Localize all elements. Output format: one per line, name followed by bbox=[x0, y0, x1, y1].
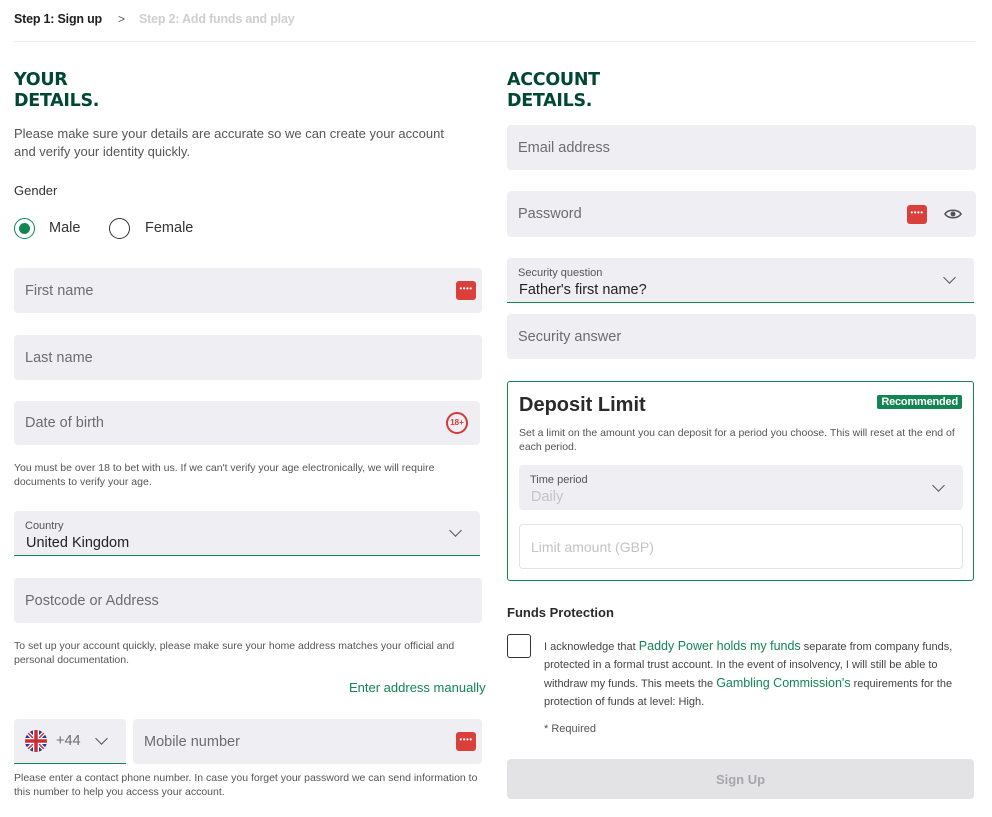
email-field[interactable]: Email address bbox=[507, 125, 976, 170]
paddy-power-funds-link[interactable]: Paddy Power holds my funds bbox=[639, 639, 801, 653]
limit-amount-field[interactable]: Limit amount (GBP) bbox=[519, 524, 963, 569]
postcode-address-field[interactable]: Postcode or Address bbox=[14, 578, 482, 623]
email-placeholder: Email address bbox=[518, 139, 610, 156]
postcode-placeholder: Postcode or Address bbox=[25, 592, 159, 609]
mobile-number-placeholder: Mobile number bbox=[144, 733, 240, 750]
funds-protection-checkbox[interactable] bbox=[507, 634, 531, 658]
age-note: You must be over 18 to bet with us. If w… bbox=[14, 462, 435, 488]
uk-flag-icon bbox=[25, 730, 47, 752]
deposit-limit-description: Set a limit on the amount you can deposi… bbox=[519, 427, 955, 453]
heading-line-2: DETAILS. bbox=[507, 91, 593, 111]
chevron-down-icon bbox=[449, 524, 462, 537]
security-answer-field[interactable]: Security answer bbox=[507, 314, 976, 359]
deposit-limit-panel: Deposit Limit Recommended Set a limit on… bbox=[507, 381, 974, 581]
last-name-field[interactable]: Last name bbox=[14, 335, 482, 380]
date-of-birth-field[interactable]: Date of birth 18+ bbox=[14, 401, 480, 445]
funds-text-part-1: I acknowledge that bbox=[544, 641, 639, 653]
country-label: Country bbox=[25, 520, 64, 532]
limit-amount-placeholder: Limit amount (GBP) bbox=[531, 538, 654, 555]
time-period-select[interactable]: Time period Daily bbox=[519, 465, 963, 510]
phone-note: Please enter a contact phone number. In … bbox=[14, 772, 478, 798]
steps-breadcrumb: Step 1: Sign up > Step 2: Add funds and … bbox=[14, 10, 295, 28]
deposit-limit-title: Deposit Limit bbox=[519, 394, 646, 416]
recommended-badge: Recommended bbox=[877, 395, 962, 409]
time-period-value: Daily bbox=[531, 489, 564, 505]
heading-line-2: DETAILS. bbox=[14, 91, 100, 111]
gender-male-label[interactable]: Male bbox=[49, 220, 80, 236]
sign-up-button[interactable]: Sign Up bbox=[507, 759, 974, 799]
account-details-heading: ACCOUNT DETAILS. bbox=[507, 70, 600, 112]
chevron-right-icon: > bbox=[117, 12, 125, 26]
mobile-number-field[interactable]: Mobile number bbox=[133, 719, 482, 764]
first-name-field[interactable]: First name bbox=[14, 268, 482, 313]
password-placeholder: Password bbox=[518, 206, 582, 222]
heading-line-1: ACCOUNT bbox=[507, 70, 600, 90]
gender-label: Gender bbox=[14, 183, 58, 198]
first-name-placeholder: First name bbox=[25, 282, 94, 299]
gambling-commission-link[interactable]: Gambling Commission's bbox=[716, 676, 850, 690]
security-question-select[interactable]: Security question Father's first name? bbox=[507, 258, 974, 303]
step-2-label: Step 2: Add funds and play bbox=[139, 12, 295, 26]
chevron-down-icon bbox=[95, 732, 108, 745]
funds-protection-text: I acknowledge that Paddy Power holds my … bbox=[544, 637, 964, 711]
phone-code: +44 bbox=[56, 733, 81, 749]
step-1-label: Step 1: Sign up bbox=[14, 12, 102, 26]
password-manager-icon[interactable] bbox=[907, 205, 927, 224]
country-select[interactable]: Country United Kingdom bbox=[14, 511, 480, 556]
password-field[interactable]: Password bbox=[507, 191, 976, 237]
date-of-birth-placeholder: Date of birth bbox=[25, 415, 104, 431]
phone-country-code-select[interactable]: +44 bbox=[14, 719, 126, 764]
divider bbox=[14, 41, 975, 42]
gender-female-radio[interactable] bbox=[109, 218, 130, 239]
password-manager-icon[interactable] bbox=[456, 281, 476, 300]
intro-text: Please make sure your details are accura… bbox=[14, 126, 444, 159]
enter-address-manually-link[interactable]: Enter address manually bbox=[349, 680, 486, 695]
security-answer-placeholder: Security answer bbox=[518, 328, 622, 345]
last-name-placeholder: Last name bbox=[25, 349, 93, 366]
gender-male-radio[interactable] bbox=[14, 218, 35, 239]
address-note: To set up your account quickly, please m… bbox=[14, 640, 455, 666]
required-note: * Required bbox=[544, 723, 596, 735]
security-question-value: Father's first name? bbox=[519, 282, 647, 298]
time-period-label: Time period bbox=[530, 474, 588, 486]
funds-protection-title: Funds Protection bbox=[507, 605, 614, 620]
gender-female-label[interactable]: Female bbox=[145, 220, 193, 236]
your-details-heading: YOUR DETAILS. bbox=[14, 70, 99, 112]
security-question-label: Security question bbox=[518, 267, 603, 279]
country-value: United Kingdom bbox=[26, 535, 130, 551]
chevron-down-icon bbox=[943, 271, 956, 284]
age-18-icon: 18+ bbox=[446, 412, 468, 434]
eye-icon[interactable] bbox=[944, 207, 962, 221]
heading-line-1: YOUR bbox=[14, 70, 68, 90]
password-manager-icon[interactable] bbox=[456, 732, 476, 751]
chevron-down-icon bbox=[932, 478, 945, 492]
